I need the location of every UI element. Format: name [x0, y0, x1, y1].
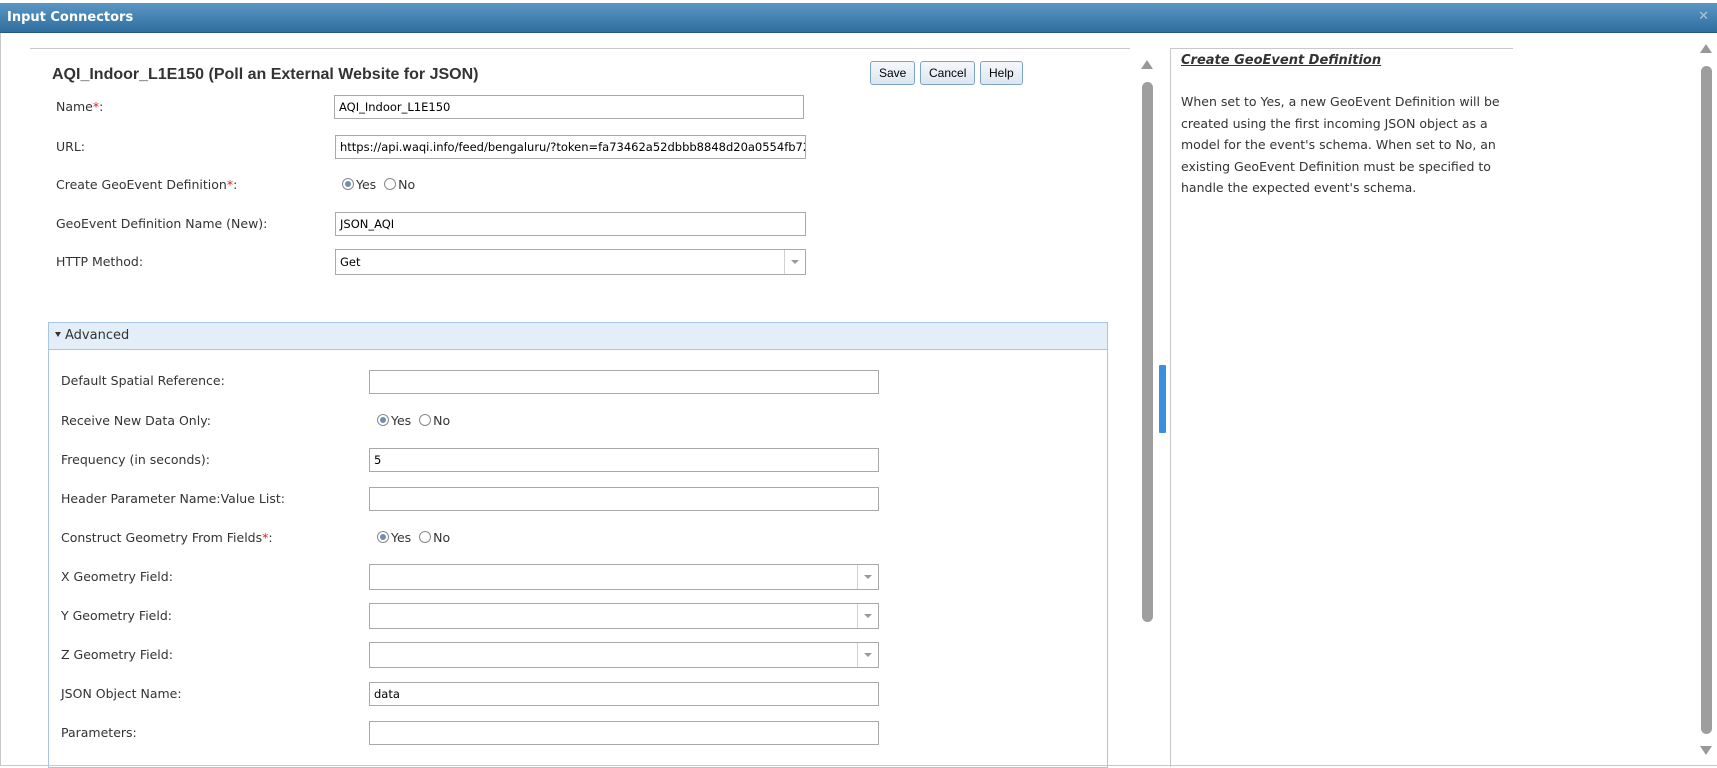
help-title: Create GeoEvent Definition — [1181, 53, 1382, 68]
parameters-label: Parameters: — [61, 725, 137, 740]
close-icon[interactable]: ✕ — [1698, 9, 1709, 24]
x-field-select[interactable] — [369, 564, 879, 590]
url-label: URL: — [56, 139, 86, 154]
radio-selected-icon — [377, 531, 389, 543]
form-scrollbar[interactable] — [1139, 60, 1155, 766]
window-titlebar: Input Connectors ✕ — [0, 3, 1717, 33]
header-params-field[interactable] — [369, 487, 879, 511]
parameters-field[interactable] — [369, 721, 879, 745]
construct-geom-yes-radio[interactable]: Yes — [377, 530, 411, 545]
construct-geom-label: Construct Geometry From Fields*: — [61, 530, 273, 545]
help-text: When set to Yes, a new GeoEvent Definiti… — [1181, 94, 1500, 195]
construct-geom-label-text: Construct Geometry From Fields — [61, 530, 263, 545]
radio-label: Yes — [391, 413, 412, 428]
name-field[interactable]: AQI_Indoor_L1E150 — [334, 95, 804, 119]
page-scrollbar[interactable] — [1697, 36, 1715, 766]
chevron-down-icon[interactable] — [857, 565, 878, 589]
required-marker: * — [262, 530, 269, 545]
name-label-text: Name — [56, 99, 93, 114]
receive-new-radio-group: Yes No — [377, 408, 450, 434]
json-object-label: JSON Object Name: — [61, 686, 182, 701]
chevron-down-icon[interactable] — [784, 250, 805, 274]
create-geoevent-label: Create GeoEvent Definition*: — [56, 177, 238, 192]
scroll-up-arrow-icon[interactable] — [1700, 44, 1712, 53]
construct-geom-radio-group: Yes No — [377, 525, 450, 551]
collapse-triangle-icon — [55, 332, 61, 337]
y-field-label: Y Geometry Field: — [61, 608, 172, 623]
advanced-header-label: Advanced — [65, 328, 130, 343]
y-field-select[interactable] — [369, 603, 879, 629]
required-marker: * — [226, 177, 234, 192]
json-object-field[interactable]: data — [369, 682, 879, 706]
create-geoevent-label-text: Create GeoEvent Definition — [56, 177, 227, 192]
advanced-header[interactable]: Advanced — [49, 323, 1107, 350]
frequency-label: Frequency (in seconds): — [61, 452, 210, 467]
x-field-label: X Geometry Field: — [61, 569, 173, 584]
radio-selected-icon — [342, 178, 354, 190]
scroll-up-arrow-icon[interactable] — [1141, 60, 1153, 69]
cancel-button[interactable]: Cancel — [920, 61, 976, 85]
http-method-select[interactable]: Get — [335, 249, 806, 275]
scrollbar-thumb[interactable] — [1701, 66, 1712, 734]
geoevent-name-label: GeoEvent Definition Name (New): — [56, 216, 268, 231]
spatial-ref-field[interactable] — [369, 370, 879, 394]
create-geoevent-radio-group: Yes No — [342, 172, 415, 198]
help-button[interactable]: Help — [980, 61, 1023, 85]
receive-new-no-radio[interactable]: No — [419, 413, 450, 428]
required-marker: * — [92, 99, 100, 114]
http-method-value: Get — [340, 255, 361, 269]
radio-label: Yes — [391, 530, 412, 545]
chevron-down-icon[interactable] — [857, 643, 878, 667]
help-pane: Create GeoEvent Definition When set to Y… — [1170, 48, 1513, 767]
construct-geom-no-radio[interactable]: No — [419, 530, 450, 545]
radio-selected-icon — [377, 414, 389, 426]
z-field-label: Z Geometry Field: — [61, 647, 173, 662]
header-params-label: Header Parameter Name:Value List: — [61, 491, 285, 506]
radio-label: No — [433, 530, 451, 545]
receive-new-yes-radio[interactable]: Yes — [377, 413, 411, 428]
http-method-label: HTTP Method: — [56, 254, 144, 269]
name-label: Name*: — [56, 99, 104, 114]
radio-unselected-icon — [419, 414, 432, 426]
radio-label: No — [433, 413, 451, 428]
radio-label: Yes — [356, 177, 377, 192]
z-field-select[interactable] — [369, 642, 879, 668]
form-title: AQI_Indoor_L1E150 (Poll an External Webs… — [52, 66, 479, 83]
url-field[interactable]: https://api.waqi.info/feed/bengaluru/?to… — [335, 135, 806, 159]
scrollbar-thumb[interactable] — [1142, 82, 1153, 622]
frequency-field[interactable]: 5 — [369, 448, 879, 472]
create-geoevent-yes-radio[interactable]: Yes — [342, 177, 376, 192]
spatial-ref-label: Default Spatial Reference: — [61, 373, 225, 388]
window-title: Input Connectors — [7, 10, 134, 25]
chevron-down-icon[interactable] — [857, 604, 878, 628]
scroll-down-arrow-icon[interactable] — [1700, 746, 1712, 755]
save-button[interactable]: Save — [870, 61, 916, 85]
radio-unselected-icon — [419, 531, 432, 543]
radio-unselected-icon — [384, 178, 397, 190]
create-geoevent-no-radio[interactable]: No — [384, 177, 415, 192]
geoevent-name-field[interactable]: JSON_AQI — [335, 212, 806, 236]
receive-new-label: Receive New Data Only: — [61, 413, 211, 428]
pane-splitter-handle[interactable] — [1159, 365, 1166, 433]
radio-label: No — [398, 177, 416, 192]
